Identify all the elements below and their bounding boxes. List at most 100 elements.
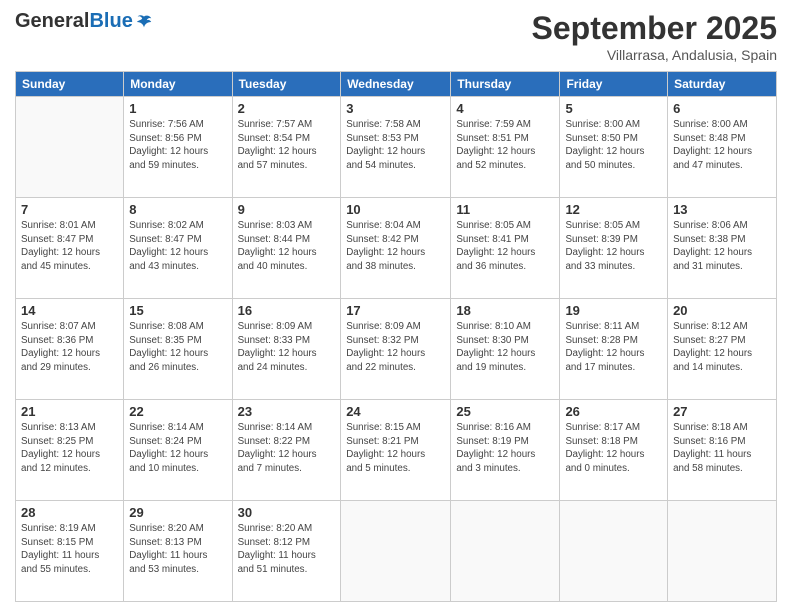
table-cell: 12Sunrise: 8:05 AM Sunset: 8:39 PM Dayli…: [560, 198, 668, 299]
table-cell: 23Sunrise: 8:14 AM Sunset: 8:22 PM Dayli…: [232, 400, 341, 501]
logo-general: GeneralBlue: [15, 10, 133, 33]
day-info: Sunrise: 8:15 AM Sunset: 8:21 PM Dayligh…: [346, 421, 445, 476]
day-info: Sunrise: 8:00 AM Sunset: 8:48 PM Dayligh…: [673, 118, 771, 173]
day-number: 25: [456, 404, 554, 419]
day-info: Sunrise: 8:07 AM Sunset: 8:36 PM Dayligh…: [21, 320, 118, 375]
day-info: Sunrise: 8:08 AM Sunset: 8:35 PM Dayligh…: [129, 320, 226, 375]
day-info: Sunrise: 8:16 AM Sunset: 8:19 PM Dayligh…: [456, 421, 554, 476]
table-cell: 4 Sunrise: 7:59 AM Sunset: 8:51 PM Daylig…: [451, 97, 560, 198]
table-cell: [341, 501, 451, 602]
day-info: Sunrise: 8:20 AM Sunset: 8:12 PM Dayligh…: [238, 522, 336, 577]
day-info: Sunrise: 7:57 AM Sunset: 8:54 PM Dayligh…: [238, 118, 336, 173]
day-info: Sunrise: 8:06 AM Sunset: 8:38 PM Dayligh…: [673, 219, 771, 274]
title-block: September 2025 Villarrasa, Andalusia, Sp…: [532, 10, 777, 63]
table-cell: 6 Sunrise: 8:00 AM Sunset: 8:48 PM Daylig…: [668, 97, 777, 198]
day-info: Sunrise: 8:03 AM Sunset: 8:44 PM Dayligh…: [238, 219, 336, 274]
day-number: 5: [565, 101, 662, 116]
day-number: 13: [673, 202, 771, 217]
calendar-header-row: Sunday Monday Tuesday Wednesday Thursday…: [16, 72, 777, 97]
table-cell: 20 Sunrise: 8:12 AM Sunset: 8:27 PM Dayli…: [668, 299, 777, 400]
day-info: Sunrise: 7:59 AM Sunset: 8:51 PM Dayligh…: [456, 118, 554, 173]
table-cell: 1Sunrise: 7:56 AM Sunset: 8:56 PM Daylig…: [124, 97, 232, 198]
logo-bird-icon: [135, 13, 153, 31]
day-number: 3: [346, 101, 445, 116]
day-number: 10: [346, 202, 445, 217]
table-cell: 26Sunrise: 8:17 AM Sunset: 8:18 PM Dayli…: [560, 400, 668, 501]
day-number: 8: [129, 202, 226, 217]
month-title: September 2025: [532, 10, 777, 47]
day-number: 6: [673, 101, 771, 116]
table-cell: 13 Sunrise: 8:06 AM Sunset: 8:38 PM Dayli…: [668, 198, 777, 299]
day-number: 23: [238, 404, 336, 419]
table-cell: 18 Sunrise: 8:10 AM Sunset: 8:30 PM Dayli…: [451, 299, 560, 400]
calendar-week-row: 28 Sunrise: 8:19 AM Sunset: 8:15 PM Dayli…: [16, 501, 777, 602]
table-cell: 14 Sunrise: 8:07 AM Sunset: 8:36 PM Dayli…: [16, 299, 124, 400]
day-number: 17: [346, 303, 445, 318]
day-info: Sunrise: 8:20 AM Sunset: 8:13 PM Dayligh…: [129, 522, 226, 577]
day-number: 30: [238, 505, 336, 520]
day-number: 18: [456, 303, 554, 318]
table-cell: 17 Sunrise: 8:09 AM Sunset: 8:32 PM Dayli…: [341, 299, 451, 400]
col-tuesday: Tuesday: [232, 72, 341, 97]
day-number: 21: [21, 404, 118, 419]
calendar-week-row: 21 Sunrise: 8:13 AM Sunset: 8:25 PM Dayli…: [16, 400, 777, 501]
table-cell: 29Sunrise: 8:20 AM Sunset: 8:13 PM Dayli…: [124, 501, 232, 602]
day-number: 12: [565, 202, 662, 217]
page: GeneralBlue September 2025 Villarrasa, A…: [0, 0, 792, 612]
table-cell: 5 Sunrise: 8:00 AM Sunset: 8:50 PM Daylig…: [560, 97, 668, 198]
day-number: 16: [238, 303, 336, 318]
table-cell: 11 Sunrise: 8:05 AM Sunset: 8:41 PM Dayli…: [451, 198, 560, 299]
table-cell: 25 Sunrise: 8:16 AM Sunset: 8:19 PM Dayli…: [451, 400, 560, 501]
table-cell: 7Sunrise: 8:01 AM Sunset: 8:47 PM Daylig…: [16, 198, 124, 299]
calendar-week-row: 14 Sunrise: 8:07 AM Sunset: 8:36 PM Dayli…: [16, 299, 777, 400]
table-cell: 16 Sunrise: 8:09 AM Sunset: 8:33 PM Dayli…: [232, 299, 341, 400]
col-friday: Friday: [560, 72, 668, 97]
day-info: Sunrise: 7:58 AM Sunset: 8:53 PM Dayligh…: [346, 118, 445, 173]
table-cell: 15 Sunrise: 8:08 AM Sunset: 8:35 PM Dayli…: [124, 299, 232, 400]
day-info: Sunrise: 8:10 AM Sunset: 8:30 PM Dayligh…: [456, 320, 554, 375]
table-cell: 3 Sunrise: 7:58 AM Sunset: 8:53 PM Daylig…: [341, 97, 451, 198]
table-cell: 22 Sunrise: 8:14 AM Sunset: 8:24 PM Dayli…: [124, 400, 232, 501]
col-sunday: Sunday: [16, 72, 124, 97]
calendar-week-row: 7Sunrise: 8:01 AM Sunset: 8:47 PM Daylig…: [16, 198, 777, 299]
calendar-week-row: 1Sunrise: 7:56 AM Sunset: 8:56 PM Daylig…: [16, 97, 777, 198]
day-number: 14: [21, 303, 118, 318]
table-cell: 21 Sunrise: 8:13 AM Sunset: 8:25 PM Dayli…: [16, 400, 124, 501]
col-thursday: Thursday: [451, 72, 560, 97]
day-info: Sunrise: 8:13 AM Sunset: 8:25 PM Dayligh…: [21, 421, 118, 476]
day-info: Sunrise: 8:19 AM Sunset: 8:15 PM Dayligh…: [21, 522, 118, 577]
day-info: Sunrise: 8:14 AM Sunset: 8:24 PM Dayligh…: [129, 421, 226, 476]
day-info: Sunrise: 8:02 AM Sunset: 8:47 PM Dayligh…: [129, 219, 226, 274]
table-cell: 19Sunrise: 8:11 AM Sunset: 8:28 PM Dayli…: [560, 299, 668, 400]
table-cell: [668, 501, 777, 602]
day-number: 20: [673, 303, 771, 318]
col-monday: Monday: [124, 72, 232, 97]
day-info: Sunrise: 8:04 AM Sunset: 8:42 PM Dayligh…: [346, 219, 445, 274]
table-cell: [451, 501, 560, 602]
table-cell: 8 Sunrise: 8:02 AM Sunset: 8:47 PM Daylig…: [124, 198, 232, 299]
table-cell: 30 Sunrise: 8:20 AM Sunset: 8:12 PM Dayli…: [232, 501, 341, 602]
calendar-table: Sunday Monday Tuesday Wednesday Thursday…: [15, 71, 777, 602]
logo: GeneralBlue: [15, 10, 153, 33]
day-info: Sunrise: 8:00 AM Sunset: 8:50 PM Dayligh…: [565, 118, 662, 173]
table-cell: 27Sunrise: 8:18 AM Sunset: 8:16 PM Dayli…: [668, 400, 777, 501]
day-info: Sunrise: 8:09 AM Sunset: 8:33 PM Dayligh…: [238, 320, 336, 375]
table-cell: [560, 501, 668, 602]
day-number: 27: [673, 404, 771, 419]
day-info: Sunrise: 8:09 AM Sunset: 8:32 PM Dayligh…: [346, 320, 445, 375]
day-number: 4: [456, 101, 554, 116]
table-cell: 28 Sunrise: 8:19 AM Sunset: 8:15 PM Dayli…: [16, 501, 124, 602]
day-info: Sunrise: 8:12 AM Sunset: 8:27 PM Dayligh…: [673, 320, 771, 375]
day-number: 9: [238, 202, 336, 217]
location: Villarrasa, Andalusia, Spain: [532, 47, 777, 63]
header: GeneralBlue September 2025 Villarrasa, A…: [15, 10, 777, 63]
day-number: 22: [129, 404, 226, 419]
day-number: 15: [129, 303, 226, 318]
table-cell: 9 Sunrise: 8:03 AM Sunset: 8:44 PM Daylig…: [232, 198, 341, 299]
day-info: Sunrise: 8:05 AM Sunset: 8:41 PM Dayligh…: [456, 219, 554, 274]
day-info: Sunrise: 7:56 AM Sunset: 8:56 PM Dayligh…: [129, 118, 226, 173]
day-info: Sunrise: 8:11 AM Sunset: 8:28 PM Dayligh…: [565, 320, 662, 375]
day-number: 11: [456, 202, 554, 217]
table-cell: 24Sunrise: 8:15 AM Sunset: 8:21 PM Dayli…: [341, 400, 451, 501]
day-number: 28: [21, 505, 118, 520]
